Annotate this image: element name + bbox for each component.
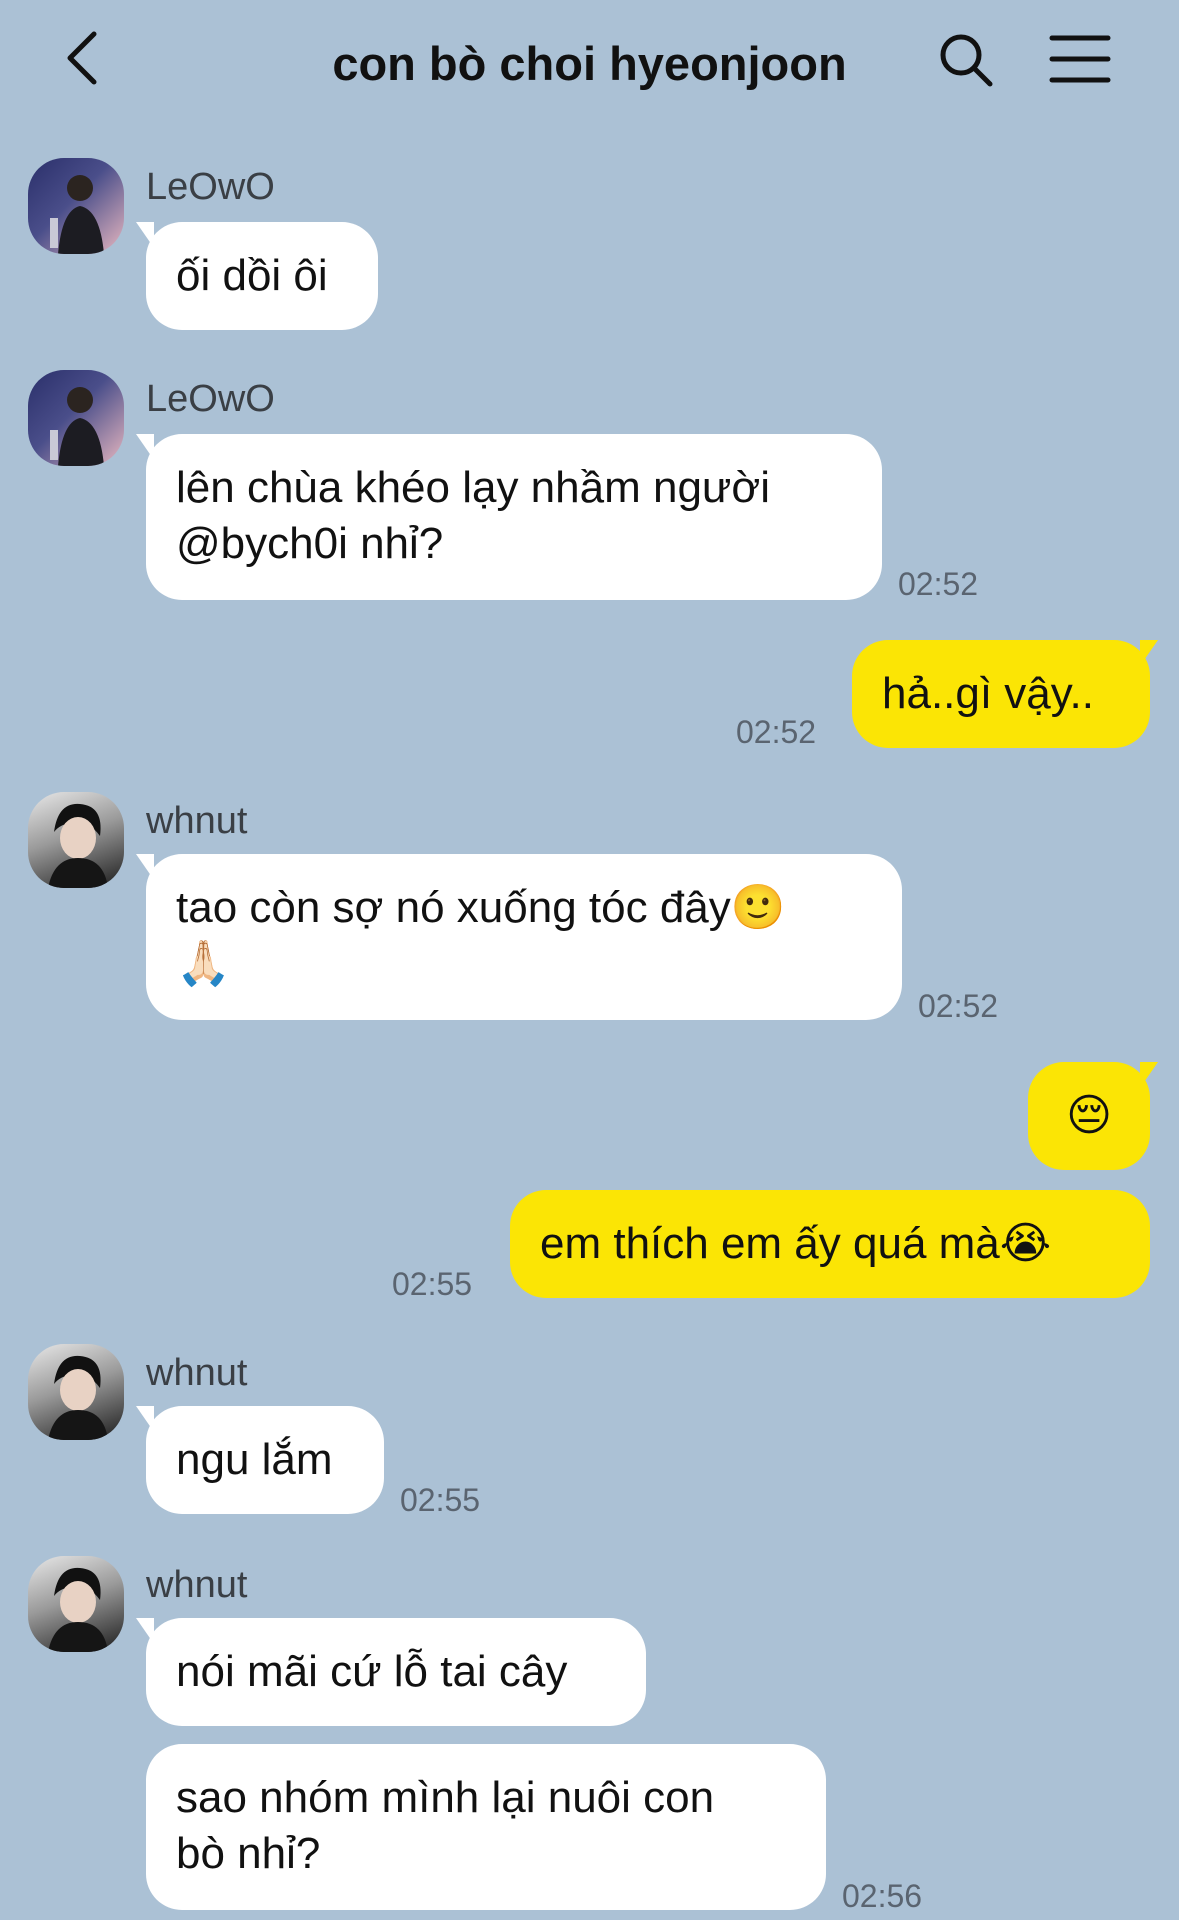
message-bubble[interactable]: nói mãi cứ lỗ tai cây — [146, 1618, 646, 1726]
message-time: 02:52 — [736, 714, 817, 750]
message-text: lên chùa khéo lạy nhầm người — [176, 463, 770, 512]
avatar[interactable] — [28, 792, 124, 888]
chat-title: con bò choi hyeonjoon — [332, 37, 847, 90]
avatar[interactable] — [28, 370, 124, 466]
bubble-tail — [1140, 1062, 1158, 1088]
message-text: sao nhóm mình lại nuôi con — [176, 1773, 715, 1822]
avatar[interactable] — [28, 158, 124, 254]
search-icon — [940, 34, 993, 87]
sender-name: whnut — [146, 800, 248, 842]
sender-name: LeOwO — [146, 378, 275, 420]
search-button[interactable] — [936, 30, 996, 90]
avatar[interactable] — [28, 1344, 124, 1440]
message-bubble[interactable]: hả..gì vậy.. — [852, 640, 1150, 748]
message-text: em thích em ấy quá mà😭 — [540, 1219, 1052, 1268]
message-time: 02:55 — [400, 1482, 481, 1518]
hamburger-menu-icon — [1049, 35, 1111, 83]
message-bubble[interactable]: lên chùa khéo lạy nhầm người @bych0i nhỉ… — [146, 434, 882, 600]
avatar[interactable] — [28, 1556, 124, 1652]
message-text: 🙏🏻 — [176, 939, 231, 988]
message-text: 😔 — [1066, 1091, 1112, 1140]
message-bubble[interactable]: sao nhóm mình lại nuôi con bò nhỉ? — [146, 1744, 826, 1910]
message-text: ối dồi ôi — [176, 251, 328, 300]
message-time: 02:52 — [918, 988, 999, 1024]
message-text: nói mãi cứ lỗ tai cây — [176, 1647, 568, 1696]
message-bubble[interactable]: em thích em ấy quá mà😭 — [510, 1190, 1150, 1298]
menu-button[interactable] — [1048, 32, 1112, 86]
message-text: tao còn sợ nó xuống tóc đây🙂 — [176, 883, 786, 932]
message-text: hả..gì vậy.. — [882, 669, 1094, 718]
message-time: 02:52 — [898, 566, 979, 602]
message-bubble[interactable]: ối dồi ôi — [146, 222, 378, 330]
message-time: 02:55 — [392, 1266, 473, 1302]
chat-header: con bò choi hyeonjoon — [0, 0, 1179, 130]
message-text: @bych0i nhỉ? — [176, 519, 444, 568]
message-time: 02:56 — [842, 1878, 923, 1914]
message-text: ngu lắm — [176, 1435, 333, 1484]
message-bubble[interactable]: 😔 — [1028, 1062, 1150, 1170]
message-text: bò nhỉ? — [176, 1829, 321, 1878]
sender-name: whnut — [146, 1564, 248, 1606]
message-bubble[interactable]: tao còn sợ nó xuống tóc đây🙂 🙏🏻 — [146, 854, 902, 1020]
sender-name: whnut — [146, 1352, 248, 1394]
message-bubble[interactable]: ngu lắm — [146, 1406, 384, 1514]
sender-name: LeOwO — [146, 166, 275, 208]
bubble-tail — [1140, 640, 1158, 666]
